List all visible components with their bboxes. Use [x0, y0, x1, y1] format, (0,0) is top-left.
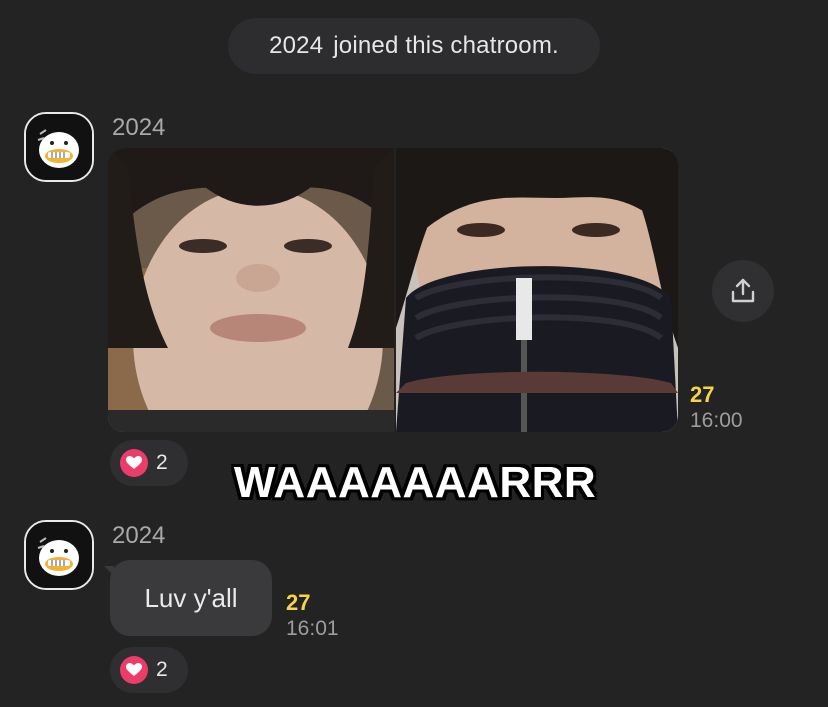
- share-icon: [731, 278, 755, 303]
- avatar-emoji-icon: [26, 114, 92, 180]
- heart-icon: [120, 449, 148, 477]
- message-time: 16:00: [690, 409, 743, 432]
- unread-count: 27: [690, 382, 715, 407]
- sender-avatar[interactable]: [24, 520, 94, 590]
- overlay-caption: WAAAAAAARRR: [233, 458, 597, 507]
- system-join-notice: 2024 joined this chatroom.: [228, 18, 600, 74]
- reaction-count: 2: [156, 658, 168, 681]
- masked-selfie-photo-image: [396, 148, 678, 432]
- unread-count: 27: [286, 590, 311, 615]
- photo-left[interactable]: [108, 148, 394, 432]
- sender-avatar[interactable]: [24, 112, 94, 182]
- reaction-count: 2: [156, 451, 168, 474]
- message-bubble[interactable]: Luv y'all: [110, 560, 272, 636]
- sender-name: 2024: [112, 114, 166, 141]
- reaction-badge[interactable]: 2: [110, 647, 188, 693]
- sender-name: 2024: [112, 522, 166, 549]
- system-join-user: 2024: [269, 32, 324, 59]
- message-text: Luv y'all: [144, 582, 238, 613]
- message-time: 16:01: [286, 617, 339, 640]
- share-button[interactable]: [712, 260, 774, 322]
- selfie-photo-image: [108, 148, 394, 432]
- photo-right[interactable]: [396, 148, 678, 432]
- system-join-text: joined this chatroom.: [333, 32, 559, 59]
- avatar-emoji-icon: [26, 522, 92, 588]
- reaction-badge[interactable]: 2: [110, 440, 188, 486]
- heart-icon: [120, 656, 148, 684]
